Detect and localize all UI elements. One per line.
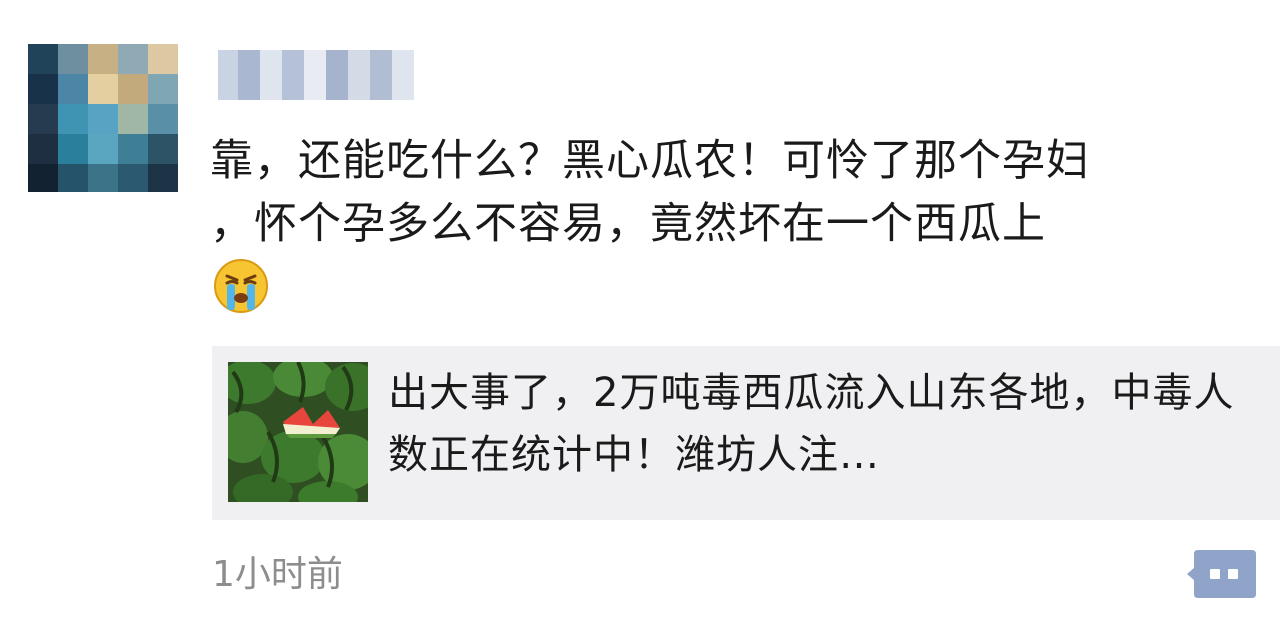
watermelon-thumbnail [228, 362, 368, 502]
comment-icon[interactable] [1186, 548, 1258, 600]
post-timestamp: 1小时前 [212, 554, 343, 595]
moments-post: 靠，还能吃什么？黑心瓜农！可怜了那个孕妇 ，怀个孕多么不容易，竟然坏在一个西瓜上 [0, 0, 1280, 628]
shared-link-card[interactable]: 出大事了，2万吨毒西瓜流入山东各地，中毒人数正在统计中！潍坊人注… [212, 346, 1280, 520]
link-card-title: 出大事了，2万吨毒西瓜流入山东各地，中毒人数正在统计中！潍坊人注… [388, 370, 1235, 478]
avatar[interactable] [28, 44, 178, 192]
post-text: 靠，还能吃什么？黑心瓜农！可怜了那个孕妇 ，怀个孕多么不容易，竟然坏在一个西瓜上 [210, 136, 1090, 249]
crying-face-emoji [214, 259, 268, 313]
author-name[interactable] [218, 50, 414, 100]
